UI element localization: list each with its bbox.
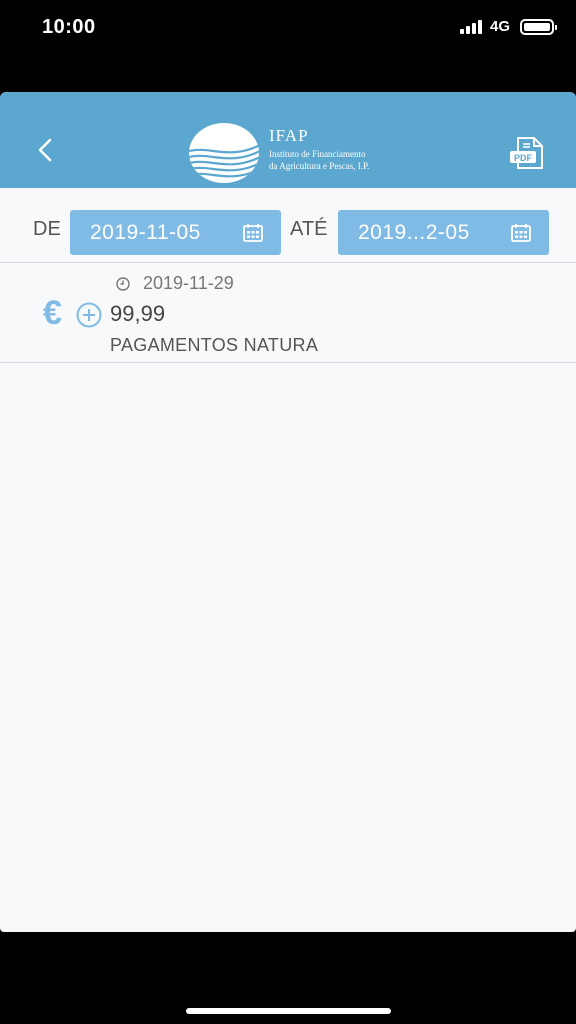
ifap-logo: IFAP Instituto de Financiamento da Agric… [188,122,398,184]
date-from-label: DE [33,218,61,240]
payment-date-text: 2019-11-29 [143,273,234,293]
date-filter-row: DE 2019-11-05 ATÉ 2019...2-05 [0,188,576,263]
status-indicators: 4G [459,18,557,35]
logo-text: IFAP Instituto de Financiamento da Agric… [269,126,369,172]
signal-icon [459,19,482,34]
payment-description: PAGAMENTOS NATURA [110,335,319,355]
calendar-icon [243,224,263,242]
clock-icon [116,276,130,291]
pdf-export-button[interactable]: PDF [508,136,548,172]
date-to-label: ATÉ [290,218,328,240]
logo-name: IFAP [269,126,309,145]
network-type: 4G [489,18,510,35]
plus-circle-icon[interactable] [76,302,102,328]
battery-icon [520,18,557,35]
calendar-icon [511,224,531,242]
logo-subtitle-2: da Agricultura e Pescas, I.P. [269,161,370,171]
payment-date: 2019-11-29 [116,273,234,294]
pdf-icon: PDF [510,137,543,169]
payment-list-item[interactable]: 2019-11-29 € 99,99 PAGAMENTOS NATURA [0,263,576,363]
home-indicator[interactable] [186,1008,391,1014]
app-screen: IFAP Instituto de Financiamento da Agric… [0,92,576,932]
date-from-value: 2019-11-05 [90,220,201,244]
logo-mark-icon [189,123,259,183]
app-header: IFAP Instituto de Financiamento da Agric… [0,92,576,188]
date-from-picker[interactable]: 2019-11-05 [70,210,281,255]
status-bar: 10:00 4G [0,0,576,60]
pdf-icon-label: PDF [514,153,533,163]
back-button[interactable] [32,136,60,164]
chevron-left-icon [38,138,52,162]
euro-icon: € [43,294,62,332]
status-time: 10:00 [42,16,96,38]
date-to-value: 2019...2-05 [358,220,470,244]
logo-subtitle-1: Instituto de Financiamento [269,149,366,159]
date-to-picker[interactable]: 2019...2-05 [338,210,549,255]
payment-amount: 99,99 [110,301,166,326]
